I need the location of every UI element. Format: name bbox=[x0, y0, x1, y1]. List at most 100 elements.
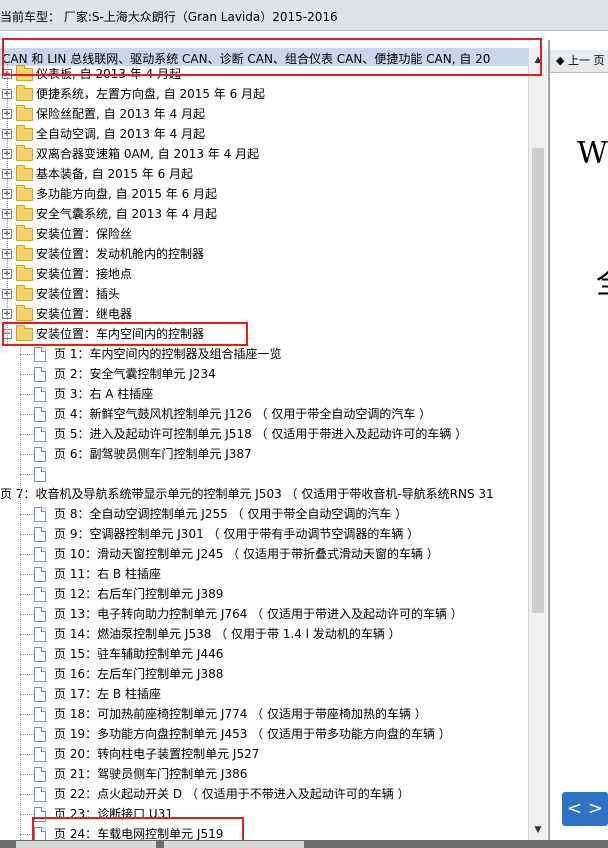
tree-scrollbar[interactable]: ▲ ▼ bbox=[528, 48, 547, 840]
scroll-up-icon[interactable]: ▲ bbox=[529, 52, 547, 68]
tree-connector bbox=[20, 344, 21, 840]
tree-folder[interactable]: + 保险丝配置, 自 2013 年 4 月起 bbox=[0, 104, 528, 124]
folder-icon bbox=[16, 105, 33, 121]
tree-page[interactable]: 页 18：可加热前座椅控制单元 J774 （ 仅适用于带座椅加热的车辆 ） bbox=[0, 704, 528, 724]
tree-folder-label: 安装位置：插头 bbox=[36, 287, 121, 301]
tree-page-label: 页 8：全自动空调控制单元 J255 （ 仅用于带全自动空调的汽车 ） bbox=[54, 507, 408, 521]
tree-page-label: 页 19：多功能方向盘控制单元 J453 （ 仅适用于带多功能方向盘的车辆 ） bbox=[54, 727, 451, 741]
document-icon bbox=[34, 827, 46, 840]
prev-page-button[interactable]: ◆ 上一 页 bbox=[554, 52, 606, 70]
taskbar-tab[interactable] bbox=[16, 841, 156, 848]
tree-page[interactable]: 页 19：多功能方向盘控制单元 J453 （ 仅适用于带多功能方向盘的车辆 ） bbox=[0, 724, 528, 744]
tree-folder-label: 仪表板, 自 2013 年 4 月起 bbox=[36, 67, 182, 81]
tree-folder-label: 基本装备, 自 2015 年 6 月起 bbox=[36, 167, 194, 181]
tree-page-selected[interactable]: 页 7：收音机及导航系统带显示单元的控制单元 J503 （ 仅适用于带收音机-导… bbox=[0, 484, 528, 504]
document-icon bbox=[34, 687, 46, 702]
tree-page[interactable]: 页 1：车内空间内的控制器及组合插座一览 bbox=[0, 344, 528, 364]
scroll-down-icon[interactable]: ▼ bbox=[529, 822, 547, 838]
document-icon bbox=[34, 527, 46, 542]
tree-page[interactable]: 页 14：燃油泵控制单元 J538 （ 仅用于带 1.4 l 发动机的车辆 ） bbox=[0, 624, 528, 644]
document-icon bbox=[34, 387, 46, 402]
tree-connector bbox=[20, 374, 34, 375]
folder-icon bbox=[16, 165, 33, 181]
tree-page[interactable]: 页 8：全自动空调控制单元 J255 （ 仅用于带全自动空调的汽车 ） bbox=[0, 504, 528, 524]
arrow-left-icon: ◆ bbox=[556, 54, 565, 67]
folder-icon bbox=[16, 125, 33, 141]
tree-folder-open[interactable]: − 安装位置：车内空间内的控制器 bbox=[0, 324, 528, 344]
tree-page[interactable]: 页 20：转向柱电子装置控制单元 J527 bbox=[0, 744, 528, 764]
tree-page-label: 页 15：驻车辅助控制单元 J446 bbox=[54, 647, 224, 661]
tree-page[interactable]: 页 2：安全气囊控制单元 J234 bbox=[0, 364, 528, 384]
tree-folder-label: 安装位置：继电器 bbox=[36, 307, 133, 321]
tree-page[interactable]: 页 13：电子转向助力控制单元 J764 （ 仅适用于带进入及起动许可的车辆 ） bbox=[0, 604, 528, 624]
tree-folder[interactable]: + 便捷系统，左置方向盘, 自 2015 年 6 月起 bbox=[0, 84, 528, 104]
tree-folder[interactable]: + 双离合器变速箱 0AM, 自 2013 年 4 月起 bbox=[0, 144, 528, 164]
tree-page[interactable]: 页 6：副驾驶员侧车门控制单元 J387 bbox=[0, 444, 528, 464]
tree-folder[interactable]: + 仪表板, 自 2013 年 4 月起 bbox=[0, 64, 528, 84]
tree-connector bbox=[20, 594, 34, 595]
document-icon bbox=[34, 627, 46, 642]
tree-folder[interactable]: + 安装位置：插头 bbox=[0, 284, 528, 304]
tree-folder-label: 便捷系统，左置方向盘, 自 2015 年 6 月起 bbox=[36, 87, 266, 101]
current-model-label: 当前车型： 厂家:S-上海大众朗行（Gran Lavida）2015-2016 bbox=[0, 10, 338, 24]
tree-connector bbox=[7, 64, 8, 344]
tree-page[interactable]: 页 15：驻车辅助控制单元 J446 bbox=[0, 644, 528, 664]
pager-button[interactable]: < > bbox=[562, 792, 608, 826]
folder-icon bbox=[16, 245, 33, 261]
tree-page[interactable]: 页 4：新鲜空气鼓风机控制单元 J126 （ 仅用于带全自动空调的汽车 ） bbox=[0, 404, 528, 424]
tree-folder[interactable]: + 安装位置：发动机舱内的控制器 bbox=[0, 244, 528, 264]
tree-page[interactable]: 页 16：左后车门控制单元 J388 bbox=[0, 664, 528, 684]
tree-folder-label: 全自动空调, 自 2013 年 4 月起 bbox=[36, 127, 206, 141]
tree-page-label: 页 3：右 A 柱插座 bbox=[54, 387, 154, 401]
tree-page-label: 页 7：收音机及导航系统带显示单元的控制单元 J503 （ 仅适用于带收音机-导… bbox=[0, 487, 494, 501]
folder-icon bbox=[16, 285, 33, 301]
document-icon bbox=[34, 347, 46, 362]
tree-connector bbox=[20, 414, 34, 415]
tree-folder[interactable]: + 安全气囊系统, 自 2013 年 4 月起 bbox=[0, 204, 528, 224]
tree-connector bbox=[20, 674, 34, 675]
tree-page[interactable]: 页 5：进入及起动许可控制单元 J518 （ 仅适用于带进入及起动许可的车辆 ） bbox=[0, 424, 528, 444]
tree-connector bbox=[20, 654, 34, 655]
tree-connector bbox=[20, 694, 34, 695]
tree-folder-label: 多功能方向盘, 自 2015 年 6 月起 bbox=[36, 187, 218, 201]
tree-page[interactable]: 页 22：点火起动开关 D （ 仅适用于不带进入及起动许可的车辆 ） bbox=[0, 784, 528, 804]
tree-page[interactable]: 页 21：驾驶员侧车门控制单元 J386 bbox=[0, 764, 528, 784]
tree-page[interactable]: 页 3：右 A 柱插座 bbox=[0, 384, 528, 404]
tree-connector bbox=[20, 634, 34, 635]
tree-page[interactable] bbox=[0, 464, 528, 484]
tree-folder[interactable]: + 安装位置：继电器 bbox=[0, 304, 528, 324]
tree-page[interactable]: 页 24：车载电网控制单元 J519 bbox=[0, 824, 528, 840]
tree-page[interactable]: 页 23：诊断接口 U31 bbox=[0, 804, 528, 824]
tree-folder[interactable]: + 多功能方向盘, 自 2015 年 6 月起 bbox=[0, 184, 528, 204]
tree-folder[interactable]: + 安装位置：保险丝 bbox=[0, 224, 528, 244]
tree-page[interactable]: 页 11：右 B 柱插座 bbox=[0, 564, 528, 584]
document-icon bbox=[34, 367, 46, 382]
document-tree[interactable]: CAN 和 LIN 总线联网、驱动系统 CAN、诊断 CAN、组合仪表 CAN、… bbox=[0, 40, 546, 840]
document-icon bbox=[34, 807, 46, 822]
tree-folder[interactable]: + 全自动空调, 自 2013 年 4 月起 bbox=[0, 124, 528, 144]
folder-icon bbox=[16, 265, 33, 281]
taskbar-tab[interactable] bbox=[164, 841, 304, 848]
viewer-toolbar: ◆ 上一 页 bbox=[550, 50, 608, 73]
folder-icon bbox=[16, 305, 33, 321]
tree-folder[interactable]: + 安装位置：接地点 bbox=[0, 264, 528, 284]
folder-icon bbox=[16, 205, 33, 221]
bottom-taskbar bbox=[0, 840, 608, 848]
tree-page-label: 页 20：转向柱电子装置控制单元 J527 bbox=[54, 747, 260, 761]
tree-page-label: 页 13：电子转向助力控制单元 J764 （ 仅适用于带进入及起动许可的车辆 ） bbox=[54, 607, 463, 621]
tree-connector bbox=[20, 814, 34, 815]
tree-folder[interactable]: + 基本装备, 自 2015 年 6 月起 bbox=[0, 164, 528, 184]
folder-icon bbox=[16, 225, 33, 241]
tree-page[interactable]: 页 12：右后车门控制单元 J389 bbox=[0, 584, 528, 604]
scroll-thumb[interactable] bbox=[532, 148, 544, 613]
tree-connector bbox=[20, 434, 34, 435]
tree-page[interactable]: 页 17：左 B 柱插座 bbox=[0, 684, 528, 704]
tree-page[interactable]: 页 9：空调器控制单元 J301 （ 仅用于带有手动调节空调器的车辆 ） bbox=[0, 524, 528, 544]
document-icon bbox=[34, 407, 46, 422]
tree-page-label: 页 10：滑动天窗控制单元 J245 （ 仅适用于带折叠式滑动天窗的车辆 ） bbox=[54, 547, 439, 561]
document-icon bbox=[34, 587, 46, 602]
prev-page-label: 上一 页 bbox=[567, 54, 605, 67]
document-icon bbox=[34, 727, 46, 742]
tree-page[interactable]: 页 10：滑动天窗控制单元 J245 （ 仅适用于带折叠式滑动天窗的车辆 ） bbox=[0, 544, 528, 564]
tree-page-label: 页 14：燃油泵控制单元 J538 （ 仅用于带 1.4 l 发动机的车辆 ） bbox=[54, 627, 401, 641]
